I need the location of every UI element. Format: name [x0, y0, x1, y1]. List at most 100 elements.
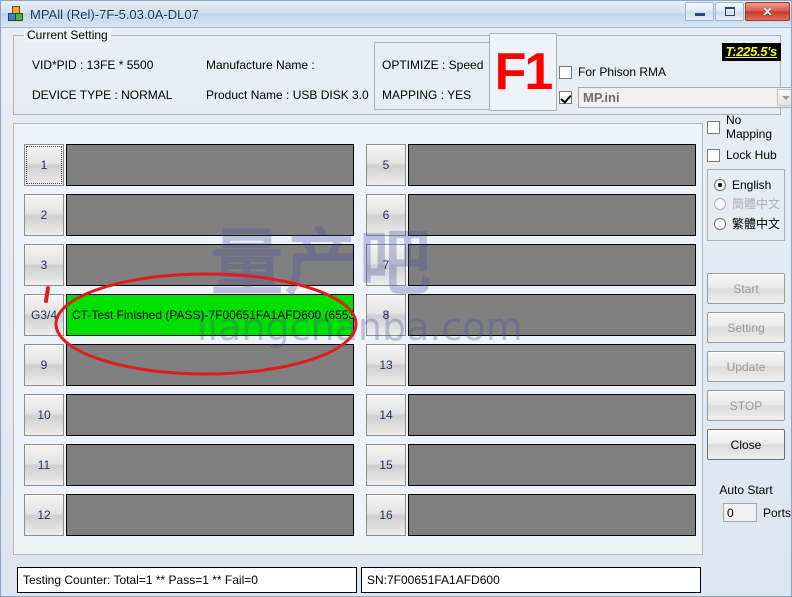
ini-enable-checkbox[interactable] — [559, 91, 572, 104]
port-row: 16 — [366, 494, 696, 536]
radio-traditional-chinese[interactable] — [714, 217, 726, 230]
port-status-7 — [408, 244, 696, 286]
no-mapping-checkbox[interactable] — [707, 120, 720, 134]
optimize-mapping-frame — [374, 42, 494, 110]
ini-file-select[interactable]: MP.ini — [578, 87, 791, 108]
language-option-traditional-chinese[interactable]: 繁體中文 — [714, 215, 780, 232]
right-rail-options: No Mapping Lock Hub English 簡體中文 繁體中文 — [707, 113, 785, 241]
port-button-6[interactable]: 6 — [366, 194, 406, 236]
port-button-11[interactable]: 11 — [24, 444, 64, 486]
phison-rma-label: For Phison RMA — [578, 65, 667, 79]
port-status-9 — [66, 344, 354, 386]
port-status-8 — [408, 294, 696, 336]
language-label-english: English — [732, 178, 772, 192]
current-setting-legend: Current Setting — [24, 28, 111, 42]
port-button-8[interactable]: 8 — [366, 294, 406, 336]
setting-button[interactable]: Setting — [707, 312, 785, 343]
lock-hub-checkbox[interactable] — [707, 148, 720, 162]
ini-file-value: MP.ini — [583, 90, 620, 105]
port-row: 12 — [24, 494, 354, 536]
port-status-16 — [408, 494, 696, 536]
radio-simplified-chinese — [714, 197, 726, 210]
firmware-mode-box: F1 — [489, 33, 557, 111]
auto-start-ports-input[interactable]: 0 — [723, 503, 757, 522]
app-blocks-icon — [8, 6, 24, 22]
start-button[interactable]: Start — [707, 273, 785, 304]
lock-hub-row[interactable]: Lock Hub — [707, 148, 785, 162]
language-option-english[interactable]: English — [714, 178, 780, 192]
language-group: English 簡體中文 繁體中文 — [707, 169, 785, 241]
ports-unit-label: Ports — [763, 505, 792, 520]
port-status-12 — [66, 494, 354, 536]
port-row: 9 — [24, 344, 354, 386]
port-button-5[interactable]: 5 — [366, 144, 406, 186]
stop-button[interactable]: STOP — [707, 390, 785, 421]
auto-start-label: Auto Start — [719, 483, 773, 497]
port-row: 6 — [366, 194, 696, 236]
no-mapping-label: No Mapping — [726, 113, 773, 141]
minimize-button[interactable] — [685, 2, 714, 21]
port-status-g3-4: CT-Test Finished (PASS)-7F00651FA1AFD600… — [66, 294, 354, 336]
port-status-2 — [66, 194, 354, 236]
serial-number-bar: SN:7F00651FA1AFD600 — [361, 567, 701, 593]
close-window-button[interactable]: ✕ — [745, 2, 790, 21]
port-row: 10 — [24, 394, 354, 436]
port-button-1[interactable]: 1 — [24, 144, 64, 186]
port-status-15 — [408, 444, 696, 486]
port-row: 5 — [366, 144, 696, 186]
phison-rma-checkbox[interactable] — [559, 65, 572, 79]
port-status-5 — [408, 144, 696, 186]
port-button-13[interactable]: 13 — [366, 344, 406, 386]
testing-counter-bar: Testing Counter: Total=1 ** Pass=1 ** Fa… — [17, 567, 357, 593]
port-button-9[interactable]: 9 — [24, 344, 64, 386]
ports-column-right: 5 6 7 8 13 14 15 16 — [366, 144, 696, 544]
port-button-2[interactable]: 2 — [24, 194, 64, 236]
action-buttons: Start Setting Update STOP Close — [707, 273, 785, 468]
port-button-12[interactable]: 12 — [24, 494, 64, 536]
ports-column-left: 1 2 3 G3/4 CT-Test Finished (PASS)-7F006… — [24, 144, 354, 544]
port-row: 13 — [366, 344, 696, 386]
manufacture-name-value: Manufacture Name : — [206, 58, 315, 72]
port-row: 15 — [366, 444, 696, 486]
product-name-value: Product Name : USB DISK 3.0 — [206, 88, 369, 102]
language-label-traditional-chinese: 繁體中文 — [732, 217, 781, 231]
auto-start-ports-row: 0 Ports — [723, 503, 791, 522]
port-button-3[interactable]: 3 — [24, 244, 64, 286]
port-button-15[interactable]: 15 — [366, 444, 406, 486]
ports-panel: 1 2 3 G3/4 CT-Test Finished (PASS)-7F006… — [13, 123, 703, 555]
application-window: MPAll (Rel)-7F-5.03.0A-DL07 ✕ Current Se… — [0, 0, 792, 597]
elapsed-time-badge: T:225.5's — [721, 43, 781, 61]
phison-rma-row[interactable]: For Phison RMA — [559, 65, 666, 79]
window-controls: ✕ — [685, 2, 790, 21]
restore-button[interactable] — [715, 2, 744, 21]
port-button-14[interactable]: 14 — [366, 394, 406, 436]
port-status-14 — [408, 394, 696, 436]
chevron-down-icon[interactable] — [777, 89, 791, 106]
window-title: MPAll (Rel)-7F-5.03.0A-DL07 — [30, 6, 199, 22]
port-row: 8 — [366, 294, 696, 336]
update-button[interactable]: Update — [707, 351, 785, 382]
port-row: 3 — [24, 244, 354, 286]
port-button-16[interactable]: 16 — [366, 494, 406, 536]
port-row: G3/4 CT-Test Finished (PASS)-7F00651FA1A… — [24, 294, 354, 336]
port-button-g3-4[interactable]: G3/4 — [24, 294, 64, 336]
port-status-10 — [66, 394, 354, 436]
ini-file-row[interactable]: MP.ini — [559, 87, 791, 108]
f1-label: F1 — [494, 43, 554, 101]
language-label-simplified-chinese: 簡體中文 — [732, 197, 781, 211]
no-mapping-row[interactable]: No Mapping — [707, 113, 785, 141]
port-button-7[interactable]: 7 — [366, 244, 406, 286]
title-bar: MPAll (Rel)-7F-5.03.0A-DL07 ✕ — [1, 1, 791, 28]
vid-pid-value: VID*PID : 13FE * 5500 — [32, 58, 154, 72]
radio-english[interactable] — [714, 179, 726, 191]
lock-hub-label: Lock Hub — [726, 148, 777, 162]
port-button-10[interactable]: 10 — [24, 394, 64, 436]
port-row: 11 — [24, 444, 354, 486]
port-status-3 — [66, 244, 354, 286]
port-status-1 — [66, 144, 354, 186]
port-status-6 — [408, 194, 696, 236]
port-row: 2 — [24, 194, 354, 236]
port-row: 1 — [24, 144, 354, 186]
device-type-value: DEVICE TYPE : NORMAL — [32, 88, 173, 102]
close-button[interactable]: Close — [707, 429, 785, 460]
